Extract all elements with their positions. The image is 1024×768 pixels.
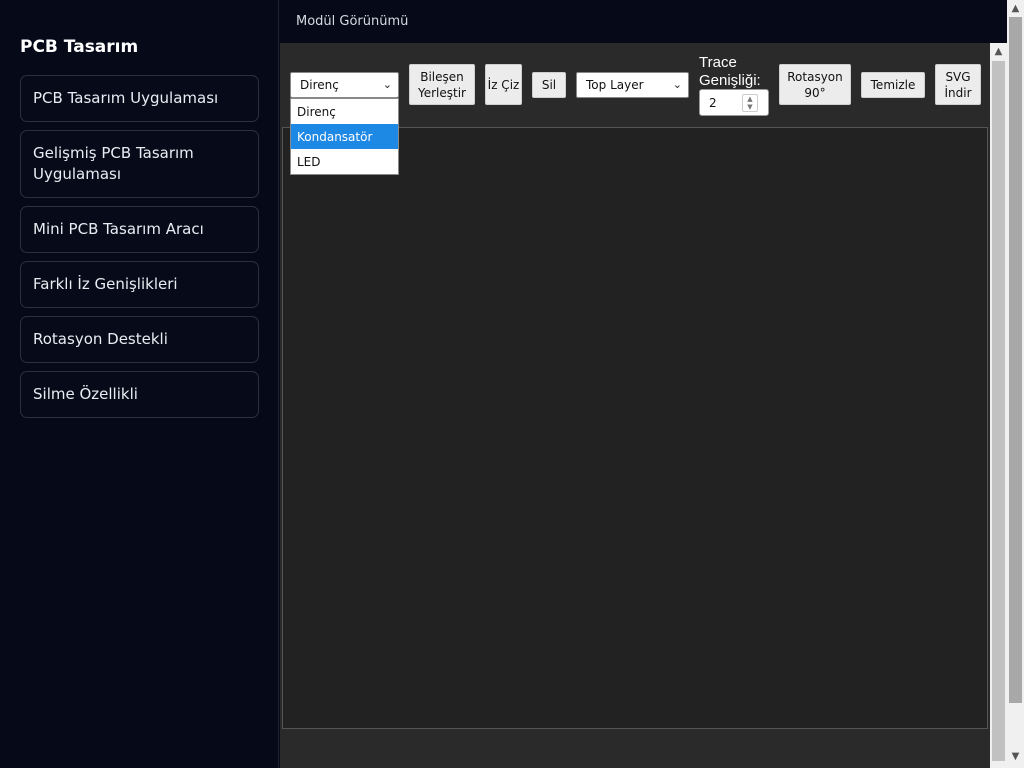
sidebar-item-trace-widths[interactable]: Farklı İz Genişlikleri [20, 261, 259, 308]
trace-width-input[interactable]: 2 ▲ ▼ [699, 89, 769, 116]
module-header: Modül Görünümü [280, 0, 1007, 43]
dropdown-option-direnc[interactable]: Direnç [291, 99, 398, 124]
layer-select[interactable]: Top Layer ⌄ [576, 72, 689, 98]
dropdown-option-kondansator[interactable]: Kondansatör [291, 124, 398, 149]
spinner-icon[interactable]: ▲ ▼ [742, 94, 758, 112]
sidebar-item-mini-pcb[interactable]: Mini PCB Tasarım Aracı [20, 206, 259, 253]
component-select[interactable]: Direnç ⌄ [290, 72, 399, 98]
sidebar-item-advanced-pcb[interactable]: Gelişmiş PCB Tasarım Uygulaması [20, 130, 259, 198]
scroll-down-icon[interactable]: ▼ [1007, 748, 1024, 765]
pcb-canvas[interactable] [282, 127, 988, 729]
sidebar-title: PCB Tasarım [20, 37, 139, 57]
delete-button[interactable]: Sil [532, 72, 566, 98]
frame-scrollbar[interactable]: ▲ [990, 43, 1007, 768]
rotate-button[interactable]: Rotasyon 90° [779, 64, 851, 105]
dropdown-option-led[interactable]: LED [291, 149, 398, 174]
trace-width-label: Trace Genişliği: [699, 54, 761, 89]
component-dropdown: Direnç Kondansatör LED [290, 98, 399, 175]
scroll-up-icon[interactable]: ▲ [1007, 0, 1024, 17]
sidebar-item-delete[interactable]: Silme Özellikli [20, 371, 259, 418]
chevron-down-icon: ⌄ [382, 78, 392, 91]
scroll-thumb[interactable] [992, 61, 1005, 761]
scroll-up-icon[interactable]: ▲ [990, 43, 1007, 60]
sidebar: PCB Tasarım PCB Tasarım Uygulaması Geliş… [0, 0, 279, 768]
chevron-down-icon: ⌄ [672, 78, 682, 91]
draw-trace-button[interactable]: İz Çiz [485, 64, 522, 105]
sidebar-item-rotation[interactable]: Rotasyon Destekli [20, 316, 259, 363]
sidebar-item-pcb-app[interactable]: PCB Tasarım Uygulaması [20, 75, 259, 122]
clear-button[interactable]: Temizle [861, 72, 925, 98]
page-scroll-thumb[interactable] [1009, 17, 1022, 703]
page-scrollbar[interactable]: ▲ ▼ [1007, 0, 1024, 768]
svg-download-button[interactable]: SVG İndir [935, 64, 981, 105]
module-title: Modül Görünümü [296, 14, 409, 29]
trace-width-value: 2 [709, 96, 717, 110]
layer-select-value: Top Layer [586, 78, 644, 92]
place-component-button[interactable]: Bileşen Yerleştir [409, 64, 475, 105]
component-select-value: Direnç [300, 78, 339, 92]
